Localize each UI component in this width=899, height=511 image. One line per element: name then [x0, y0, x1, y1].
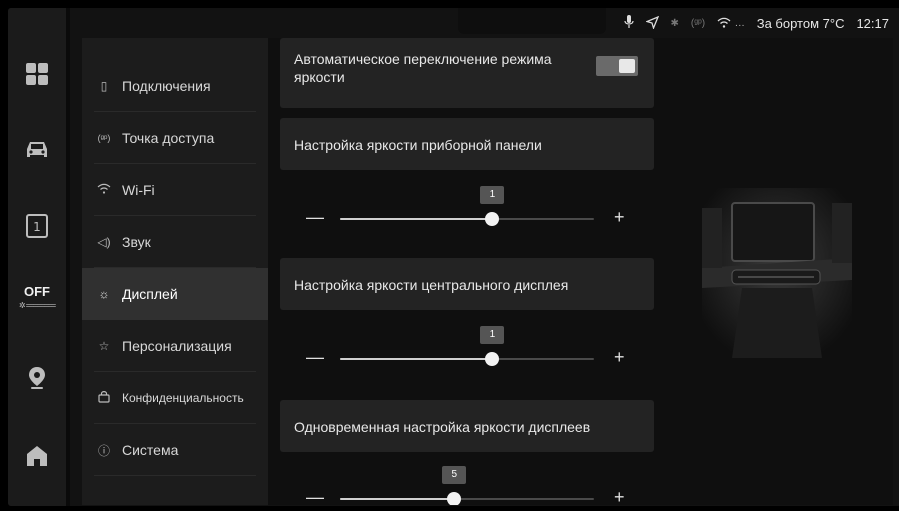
center-display-brightness-card: Настройка яркости центрального дисплея: [280, 258, 654, 310]
slider-track[interactable]: [340, 212, 594, 226]
menu-item-wifi[interactable]: Wi-Fi: [82, 164, 268, 216]
microphone-icon: [623, 15, 634, 32]
apps-grid-icon[interactable]: [8, 54, 66, 94]
outside-temperature: За бортом 7°C: [756, 16, 845, 31]
car-interior-preview: [702, 188, 852, 358]
slider-track[interactable]: [340, 352, 594, 366]
increase-button[interactable]: +: [614, 208, 625, 226]
bluetooth-icon: ✱: [670, 18, 679, 29]
increase-button[interactable]: +: [614, 488, 625, 505]
location-pin-icon[interactable]: [8, 358, 66, 398]
menu-item-label: Персонализация: [122, 338, 232, 354]
slider-fill: [340, 218, 493, 220]
star-icon: ☆: [98, 339, 110, 353]
settings-panel: ▯ Подключения (ᵍᵖ) Точка доступа Wi-Fi ◁…: [82, 38, 893, 505]
hotspot-status-icon: (ᵍᵖ): [690, 18, 706, 29]
center-display-brightness-label: Настройка яркости центрального дисплея: [294, 277, 569, 293]
wifi-icon: [96, 183, 112, 197]
menu-item-label: Дисплей: [122, 286, 178, 302]
all-displays-brightness-label: Одновременная настройка яркости дисплеев: [294, 419, 591, 435]
sun-icon: ☼: [98, 287, 110, 301]
slider-value-badge: 5: [442, 466, 467, 484]
slider-thumb[interactable]: [485, 352, 500, 366]
auto-brightness-card: Автоматическое переключение режима яркос…: [280, 38, 654, 108]
menu-item-label: Конфиденциальность: [122, 391, 244, 405]
settings-menu: ▯ Подключения (ᵍᵖ) Точка доступа Wi-Fi ◁…: [82, 38, 268, 505]
menu-item-sound[interactable]: ◁) Звук: [82, 216, 268, 268]
slider-track[interactable]: [340, 492, 594, 505]
status-bar: ✱ (ᵍᵖ) ··· За бортом 7°C 12:17: [70, 8, 899, 38]
hotspot-icon: (ᵍᵖ): [97, 133, 111, 143]
home-icon[interactable]: [8, 436, 66, 476]
info-icon: ⓘ: [97, 443, 110, 458]
menu-item-display[interactable]: ☼ Дисплей: [82, 268, 268, 320]
auto-brightness-toggle[interactable]: [596, 56, 638, 76]
slider-thumb[interactable]: [485, 212, 500, 226]
menu-item-label: Звук: [122, 234, 151, 250]
left-dock: 1 OFF ✲ ========: [8, 8, 66, 506]
climate-off[interactable]: OFF ✲ ========: [8, 284, 66, 310]
menu-item-hotspot[interactable]: (ᵍᵖ) Точка доступа: [82, 112, 268, 164]
decrease-button[interactable]: —: [306, 488, 324, 505]
wifi-status-icon: ···: [717, 16, 745, 31]
slider-value-badge: 1: [480, 326, 505, 344]
svg-text:1: 1: [33, 220, 41, 234]
menu-item-personalization[interactable]: ☆ Персонализация: [82, 320, 268, 372]
car-icon[interactable]: [8, 130, 66, 170]
decrease-button[interactable]: —: [306, 208, 324, 226]
slider-thumb[interactable]: [447, 492, 462, 505]
speaker-icon: ◁): [97, 235, 111, 249]
toggle-knob: [619, 59, 635, 73]
decrease-button[interactable]: —: [306, 348, 324, 366]
menu-item-system[interactable]: ⓘ Система: [82, 424, 268, 476]
phone-icon: ▯: [100, 79, 108, 93]
all-displays-brightness-card: Одновременная настройка яркости дисплеев: [280, 400, 654, 452]
screen: 1 OFF ✲ ======== ✱ (ᵍᵖ) ··· За бортом 7°…: [8, 8, 899, 506]
auto-brightness-label: Автоматическое переключение режима яркос…: [294, 51, 552, 85]
increase-button[interactable]: +: [614, 348, 625, 366]
menu-item-label: Wi-Fi: [122, 182, 155, 198]
menu-item-label: Подключения: [122, 78, 211, 94]
dashboard-brightness-card: Настройка яркости приборной панели: [280, 118, 654, 170]
menu-item-privacy[interactable]: Конфиденциальность: [82, 372, 268, 424]
fan-level: ✲ ========: [18, 301, 56, 310]
lock-icon: [96, 390, 112, 406]
menu-item-label: Точка доступа: [122, 130, 215, 146]
dashboard-brightness-label: Настройка яркости приборной панели: [294, 137, 542, 153]
media-app-icon[interactable]: 1: [8, 206, 66, 246]
menu-item-label: Система: [122, 442, 179, 458]
clock: 12:17: [856, 16, 889, 31]
slider-value-badge: 1: [480, 186, 505, 204]
camera-notch: [458, 8, 606, 34]
navigation-arrow-icon: [644, 15, 659, 32]
climate-off-label: OFF: [24, 284, 50, 299]
display-settings: Автоматическое переключение режима яркос…: [280, 38, 654, 505]
all-displays-brightness-slider: — 5 +: [280, 460, 654, 505]
wifi-dots: ···: [734, 20, 745, 31]
slider-fill: [340, 498, 455, 500]
dock-divider: [66, 8, 70, 506]
center-display-brightness-slider: — 1 +: [280, 320, 654, 380]
slider-fill: [340, 358, 493, 360]
menu-item-connections[interactable]: ▯ Подключения: [82, 60, 268, 112]
dashboard-brightness-slider: — 1 +: [280, 180, 654, 240]
